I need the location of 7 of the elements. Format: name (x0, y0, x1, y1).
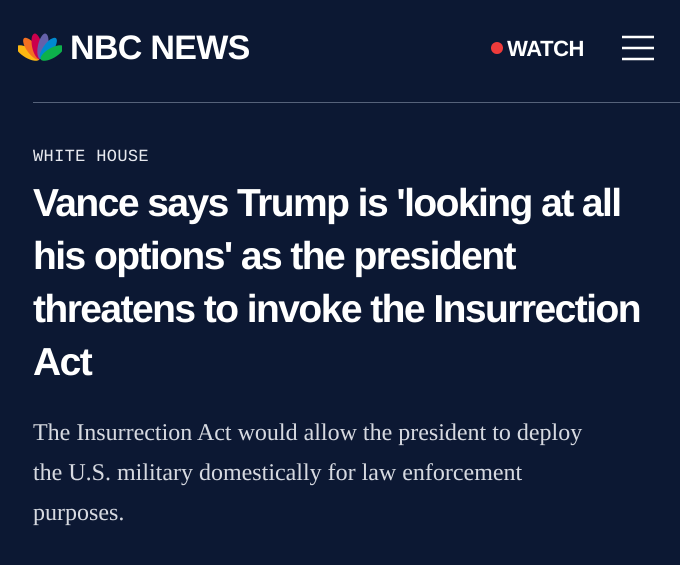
watch-link[interactable]: WATCH (491, 32, 584, 64)
category-label[interactable]: WHITE HOUSE (33, 145, 647, 170)
headline: Vance says Trump is 'looking at all his options' as the president threatens to invoke the Insurrection Act (33, 180, 641, 386)
article-summary: The Insurrection Act would allow the president to deploy the U.S. military domestically for law enforcement purposes. (33, 418, 584, 528)
logo-text[interactable]: NBC NEWS (70, 22, 250, 74)
menu-icon[interactable] (622, 34, 654, 62)
peacock-logo-icon (18, 32, 62, 64)
